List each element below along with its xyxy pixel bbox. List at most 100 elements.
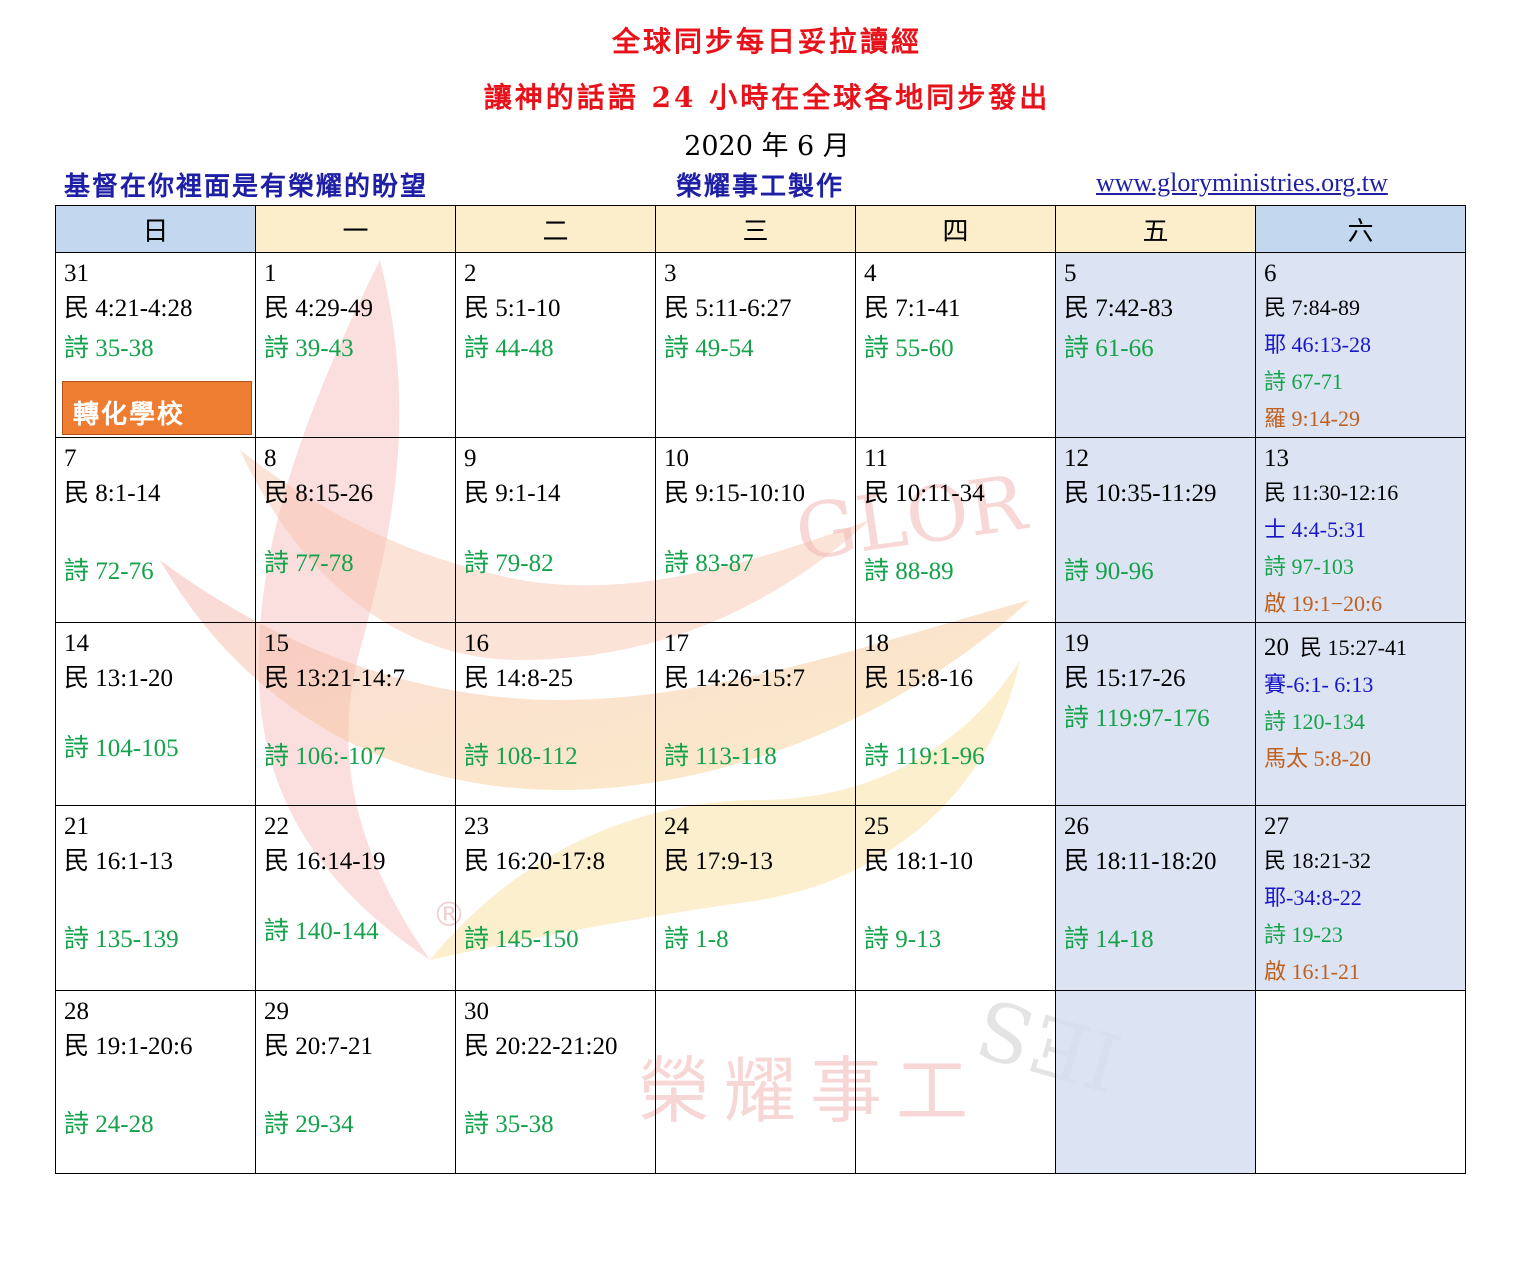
reading-psalms: 詩 14-18 bbox=[1064, 926, 1154, 953]
day-cell: 18 民 15:8-16 詩 119:1-96 bbox=[855, 622, 1056, 806]
month-label: 2020 年 6 月 bbox=[684, 131, 850, 162]
reading-torah: 民 15:17-26 bbox=[1064, 665, 1186, 692]
day-number: 22 bbox=[264, 813, 289, 840]
day-cell: 14 民 13:1-20 詩 104-105 bbox=[55, 622, 256, 806]
reading-psalms: 詩 97-103 bbox=[1264, 554, 1354, 579]
day-number: 14 bbox=[64, 630, 89, 657]
reading-torah: 民 8:15-26 bbox=[264, 480, 374, 507]
day-number: 26 bbox=[1064, 813, 1089, 840]
reading-psalms: 詩 77-78 bbox=[264, 550, 354, 577]
reading-torah: 民 11:30-12:16 bbox=[1264, 480, 1399, 505]
reading-psalms: 詩 79-82 bbox=[464, 550, 554, 577]
week-row: 7 民 8:1-14 詩 72-76 8 民 8:15-26 詩 77-78 9… bbox=[55, 437, 1466, 623]
reading-psalms: 詩 29-34 bbox=[264, 1111, 354, 1138]
reading-psalms: 詩 55-60 bbox=[864, 335, 954, 362]
weekday-header-row: 日 一 二 三 四 五 六 bbox=[55, 205, 1466, 253]
day-cell: 17 民 14:26-15:7 詩 113-118 bbox=[655, 622, 856, 806]
website-link[interactable]: www.gloryministries.org.tw bbox=[1096, 168, 1388, 198]
weekday-fri: 五 bbox=[1055, 205, 1256, 253]
day-number: 10 bbox=[664, 445, 689, 472]
day-number: 9 bbox=[464, 445, 477, 472]
reading-psalms: 詩 120-134 bbox=[1264, 709, 1365, 734]
week-row: 28 民 19:1-20:6 詩 24-28 29 民 20:7-21 詩 29… bbox=[55, 990, 1466, 1174]
day-cell: 15 民 13:21-14:7 詩 106:-107 bbox=[255, 622, 456, 806]
reading-psalms: 詩 140-144 bbox=[264, 918, 379, 945]
day-cell: 1 民 4:29-49 詩 39-43 bbox=[255, 252, 456, 438]
reading-torah: 民 16:1-13 bbox=[64, 848, 174, 875]
motto-text: 基督在你裡面是有榮耀的盼望 bbox=[64, 172, 429, 202]
reading-torah: 民 19:1-20:6 bbox=[64, 1033, 193, 1060]
day-number: 6 bbox=[1264, 260, 1277, 287]
day-number: 7 bbox=[64, 445, 77, 472]
day-number: 28 bbox=[64, 998, 89, 1025]
reading-torah: 民 4:29-49 bbox=[264, 295, 374, 322]
reading-psalms: 詩 106:-107 bbox=[264, 743, 386, 770]
day-cell: 28 民 19:1-20:6 詩 24-28 bbox=[55, 990, 256, 1174]
reading-psalms: 詩 1-8 bbox=[664, 926, 729, 953]
day-cell: 8 民 8:15-26 詩 77-78 bbox=[255, 437, 456, 623]
day-cell: 24 民 17:9-13 詩 1-8 bbox=[655, 805, 856, 991]
reading-psalms: 詩 88-89 bbox=[864, 558, 954, 585]
reading-haftarah: 耶-34:8-22 bbox=[1264, 885, 1362, 910]
day-cell: 27 民 18:21-32 耶-34:8-22 詩 19-23 啟 16:1-2… bbox=[1255, 805, 1466, 991]
reading-torah: 民 18:1-10 bbox=[864, 848, 974, 875]
weekday-sun: 日 bbox=[55, 205, 256, 253]
day-cell: 5 民 7:42-83 詩 61-66 bbox=[1055, 252, 1256, 438]
reading-torah: 民 7:1-41 bbox=[864, 295, 961, 322]
day-cell: 20 民 15:27-41 賽-6:1- 6:13 詩 120-134 馬太 5… bbox=[1255, 622, 1466, 806]
day-number: 15 bbox=[264, 630, 289, 657]
weekday-mon: 一 bbox=[255, 205, 456, 253]
day-cell: 7 民 8:1-14 詩 72-76 bbox=[55, 437, 256, 623]
reading-psalms: 詩 19-23 bbox=[1264, 922, 1343, 947]
reading-calendar: 日 一 二 三 四 五 六 31 民 4:21-4:28 詩 35-38 轉化學… bbox=[55, 205, 1466, 1174]
weekday-sat: 六 bbox=[1255, 205, 1466, 253]
reading-torah: 民 15:8-16 bbox=[864, 665, 974, 692]
day-number: 23 bbox=[464, 813, 489, 840]
reading-torah: 民 15:27-41 bbox=[1300, 635, 1407, 660]
reading-torah: 民 7:84-89 bbox=[1264, 295, 1360, 320]
day-cell: 11 民 10:11-34 詩 88-89 bbox=[855, 437, 1056, 623]
reading-psalms: 詩 24-28 bbox=[64, 1111, 154, 1138]
reading-psalms: 詩 72-76 bbox=[64, 558, 154, 585]
reading-brit-chadashah: 羅 9:14-29 bbox=[1264, 406, 1360, 431]
reading-torah: 民 18:11-18:20 bbox=[1064, 848, 1217, 875]
reading-psalms: 詩 113-118 bbox=[664, 743, 777, 770]
day-number: 1 bbox=[264, 260, 277, 287]
reading-brit-chadashah: 啟 19:1−20:6 bbox=[1264, 591, 1383, 616]
day-cell: 12 民 10:35-11:29 詩 90-96 bbox=[1055, 437, 1256, 623]
reading-psalms: 詩 49-54 bbox=[664, 335, 754, 362]
day-cell: 23 民 16:20-17:8 詩 145-150 bbox=[455, 805, 656, 991]
day-cell: 31 民 4:21-4:28 詩 35-38 轉化學校 bbox=[55, 252, 256, 438]
reading-psalms: 詩 9-13 bbox=[864, 926, 942, 953]
day-number: 31 bbox=[64, 260, 89, 287]
reading-psalms: 詩 119:97-176 bbox=[1064, 705, 1210, 732]
day-cell: 2 民 5:1-10 詩 44-48 bbox=[455, 252, 656, 438]
reading-psalms: 詩 108-112 bbox=[464, 743, 578, 770]
day-number: 29 bbox=[264, 998, 289, 1025]
reading-psalms: 詩 61-66 bbox=[1064, 335, 1154, 362]
reading-brit-chadashah: 馬太 5:8-20 bbox=[1264, 746, 1371, 771]
day-number: 2 bbox=[464, 260, 477, 287]
day-cell: 4 民 7:1-41 詩 55-60 bbox=[855, 252, 1056, 438]
reading-psalms: 詩 44-48 bbox=[464, 335, 554, 362]
day-number: 16 bbox=[464, 630, 489, 657]
reading-torah: 民 10:35-11:29 bbox=[1064, 480, 1217, 507]
reading-torah: 民 17:9-13 bbox=[664, 848, 774, 875]
day-number: 27 bbox=[1264, 813, 1289, 840]
day-cell: 3 民 5:11-6:27 詩 49-54 bbox=[655, 252, 856, 438]
reading-torah: 民 8:1-14 bbox=[64, 480, 161, 507]
reading-haftarah: 賽-6:1- 6:13 bbox=[1264, 672, 1374, 697]
maker-text: 榮耀事工製作 bbox=[676, 172, 845, 202]
reading-psalms: 詩 35-38 bbox=[64, 335, 154, 362]
reading-psalms: 詩 35-38 bbox=[464, 1111, 554, 1138]
reading-haftarah: 士 4:4-5:31 bbox=[1264, 517, 1367, 542]
day-cell: 29 民 20:7-21 詩 29-34 bbox=[255, 990, 456, 1174]
day-number: 25 bbox=[864, 813, 889, 840]
reading-psalms: 詩 119:1-96 bbox=[864, 743, 985, 770]
reading-torah: 民 18:21-32 bbox=[1264, 848, 1371, 873]
reading-torah: 民 10:11-34 bbox=[864, 480, 985, 507]
day-number: 20 bbox=[1264, 634, 1289, 661]
day-number: 4 bbox=[864, 260, 877, 287]
page-title: 全球同步每日妥拉讀經 bbox=[611, 25, 922, 58]
day-number: 17 bbox=[664, 630, 689, 657]
